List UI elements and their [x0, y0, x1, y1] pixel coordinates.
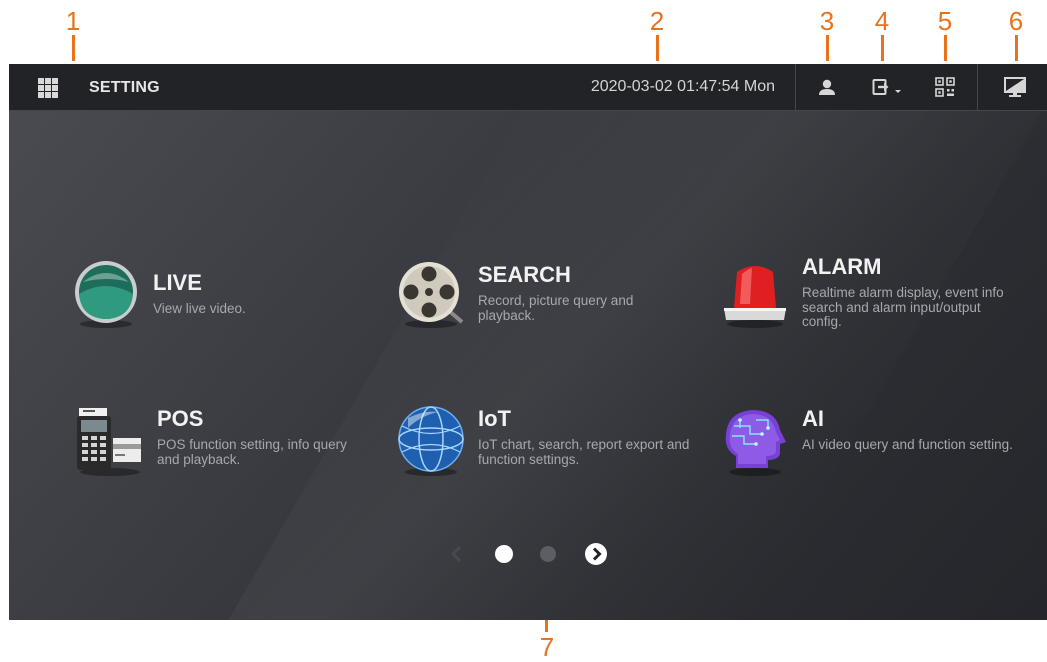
callout-line-4 [881, 35, 884, 61]
pager-dot-page-1[interactable] [492, 542, 516, 566]
tile-alarm[interactable]: ALARM Realtime alarm display, event info… [720, 254, 1020, 360]
alarm-light-icon [724, 266, 786, 328]
tile-live-title: LIVE [153, 270, 202, 295]
callout-3: 3 [819, 6, 835, 36]
top-bar: SETTING 2020-03-02 01:47:54 Mon [9, 64, 1047, 111]
callout-1: 1 [65, 6, 81, 36]
callout-line-2 [656, 35, 659, 61]
tile-iot-desc: IoT chart, search, report export and fun… [478, 437, 690, 467]
tile-search[interactable]: SEARCH Record, picture query and playbac… [396, 260, 696, 360]
tile-pos[interactable]: POS POS function setting, info query and… [75, 406, 375, 506]
tile-pos-desc: POS function setting, info query and pla… [157, 437, 347, 467]
active-dot-icon [495, 545, 513, 563]
user-button[interactable] [805, 64, 849, 110]
tile-ai-title: AI [802, 406, 824, 431]
film-reel-icon [399, 262, 464, 328]
display-button[interactable] [993, 64, 1037, 110]
chevron-left-icon [450, 545, 462, 563]
qr-code-button[interactable] [923, 64, 967, 110]
tile-search-desc: Record, picture query and playback. [478, 293, 634, 323]
tile-iot-title: IoT [478, 406, 511, 431]
callout-line-3 [826, 35, 829, 61]
pos-terminal-icon [77, 408, 141, 476]
tile-ai[interactable]: AI AI video query and function setting. [720, 406, 1020, 506]
tile-iot[interactable]: IoT IoT chart, search, report export and… [396, 406, 696, 506]
iot-globe-icon [398, 406, 464, 476]
callout-line-5 [944, 35, 947, 61]
tile-live-desc: View live video. [153, 301, 246, 316]
logout-icon [872, 79, 901, 95]
callout-5: 5 [937, 6, 953, 36]
pager-prev-button[interactable] [447, 542, 467, 566]
tile-search-title: SEARCH [478, 262, 571, 287]
chevron-right-circle-icon [585, 543, 607, 565]
pager-dot-page-2[interactable] [536, 542, 560, 566]
ai-head-icon [725, 410, 786, 476]
display-icon [1004, 77, 1026, 97]
logout-button[interactable] [861, 64, 913, 110]
pager-next-button[interactable] [584, 542, 608, 566]
callout-line-1 [72, 35, 75, 61]
topbar-divider [795, 64, 796, 110]
menu-grid-icon[interactable] [38, 78, 58, 98]
tile-alarm-title: ALARM [802, 254, 882, 279]
main-screen: SETTING 2020-03-02 01:47:54 Mon LIVE Vie… [9, 64, 1047, 620]
tile-alarm-desc: Realtime alarm display, event info searc… [802, 285, 1004, 329]
page-title: SETTING [89, 79, 160, 96]
user-icon [819, 79, 835, 95]
callout-6: 6 [1008, 6, 1024, 36]
tile-ai-desc: AI video query and function setting. [802, 437, 1013, 452]
callout-line-6 [1015, 35, 1018, 61]
topbar-divider [977, 64, 978, 110]
inactive-dot-icon [540, 546, 556, 562]
tile-live[interactable]: LIVE View live video. [71, 260, 371, 360]
callout-7: 7 [539, 632, 555, 662]
qr-code-icon [935, 77, 955, 97]
callout-4: 4 [874, 6, 890, 36]
callout-2: 2 [649, 6, 665, 36]
tile-pos-title: POS [157, 406, 204, 431]
system-datetime: 2020-03-02 01:47:54 Mon [590, 78, 775, 95]
live-globe-icon [75, 261, 137, 328]
